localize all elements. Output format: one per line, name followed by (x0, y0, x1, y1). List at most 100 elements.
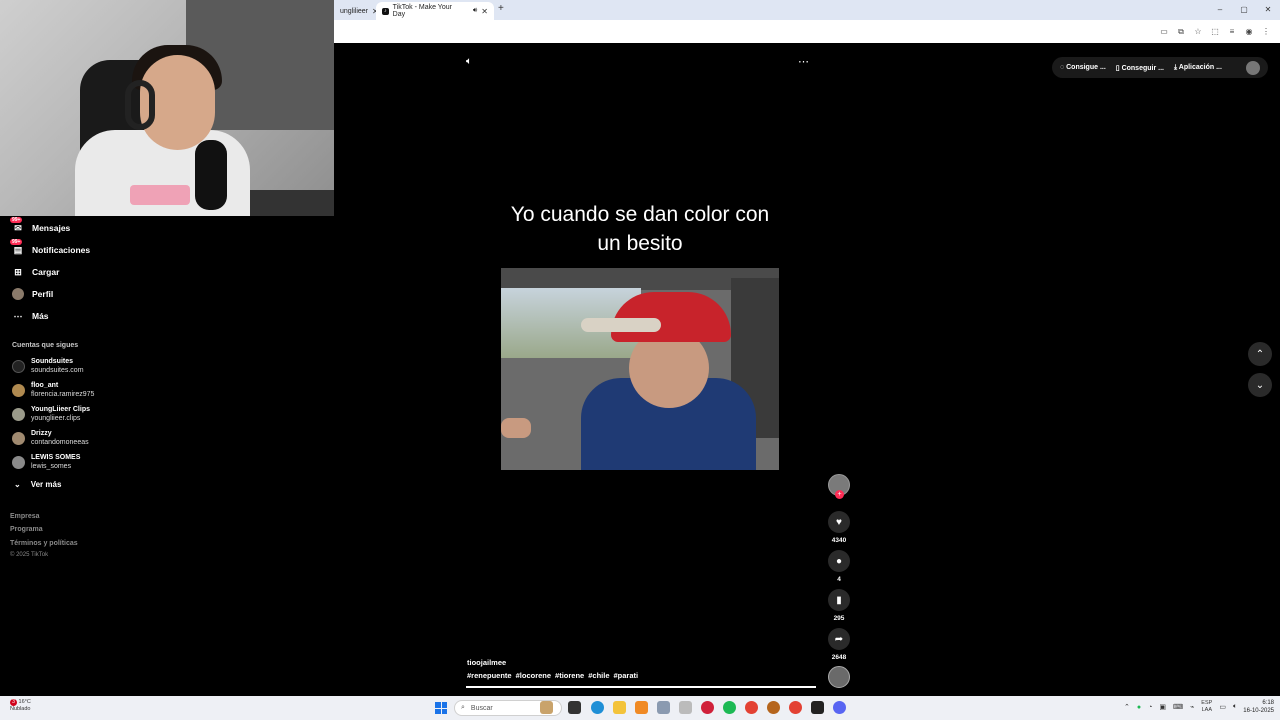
chevron-up-icon[interactable]: ⌃ (1124, 703, 1130, 711)
footer-link-empresa[interactable]: Empresa (10, 513, 40, 520)
see-more-button[interactable]: ⌄ Ver más (14, 480, 61, 489)
system-clock[interactable]: 6:18 16-10-2025 (1238, 699, 1274, 715)
following-item[interactable]: YoungLiieer Clips youngliieer.clips (12, 406, 90, 423)
taskbar-app-icon[interactable] (811, 701, 824, 714)
screen: unglilieer ✕ ♪ TikTok - Make Your Day 🔊︎… (0, 0, 1280, 720)
taskbar-app-icon[interactable] (701, 701, 714, 714)
hashtag-link[interactable]: #tiorene (555, 671, 584, 680)
video-frame[interactable] (501, 268, 779, 470)
avatar (12, 408, 25, 421)
music-disc-icon[interactable] (828, 666, 850, 688)
hashtag-link[interactable]: #chile (588, 671, 609, 680)
chevron-down-icon: ⌄ (14, 480, 21, 489)
tray-app-icon[interactable]: ⌨ (1173, 703, 1183, 711)
comment-icon: ● (835, 555, 843, 567)
taskbar-app-icon[interactable] (568, 701, 581, 714)
following-section-title: Cuentas que sigues (12, 342, 79, 349)
following-item[interactable]: Soundsuites soundsuites.com (12, 358, 84, 375)
following-item[interactable]: floo_ant florencia.ramirez975 (12, 382, 94, 399)
maximize-button[interactable]: ▢ (1232, 0, 1256, 20)
discord-icon[interactable] (833, 701, 846, 714)
avatar[interactable] (1246, 60, 1260, 75)
system-tray: ⌃ ● ◔ ▣ ⌨ ⌁ ESP LAA ▭ 🔈︎ (1124, 700, 1237, 714)
bookmark-star-icon[interactable]: ☆ (1194, 27, 1202, 37)
taskbar-app-icon[interactable] (679, 701, 692, 714)
weather-widget[interactable]: 3 16°C Nublado (10, 699, 31, 713)
hashtag-link[interactable]: #locorene (516, 671, 551, 680)
translate-icon[interactable]: ⧉ (1177, 27, 1185, 37)
sidebar-item-perfil[interactable]: Perfil (12, 286, 53, 302)
windows-start-icon[interactable] (435, 702, 447, 714)
footer-link-programa[interactable]: Programa (10, 526, 43, 533)
following-item[interactable]: LEWIS SOMES lewis_somes (12, 454, 80, 471)
video-author[interactable]: tioojailmee (467, 658, 506, 667)
comment-count: 4 (837, 576, 841, 583)
language-indicator[interactable]: ESP LAA (1201, 700, 1212, 714)
taskbar-app-icon[interactable] (540, 701, 553, 714)
sidebar-item-label: Cargar (32, 267, 60, 277)
footer-link-terminos[interactable]: Términos y políticas (10, 540, 78, 547)
menu-icon[interactable]: ⋮ (1262, 27, 1270, 37)
sidebar-item-cargar[interactable]: ⊞ Cargar (12, 264, 59, 280)
bookmark-icon: ▮ (836, 594, 842, 606)
hashtag-link[interactable]: #parati (614, 671, 639, 680)
tray-app-icon[interactable]: ⌁ (1190, 703, 1194, 711)
tray-app-icon[interactable]: ● (1137, 704, 1141, 711)
save-button[interactable]: ▮ (828, 589, 850, 611)
minimize-button[interactable]: – (1208, 0, 1232, 20)
avatar (12, 288, 24, 300)
video-hashtags: #renepuente #locorene #tiorene #chile #p… (467, 671, 638, 680)
profile-icon[interactable]: ◉ (1245, 27, 1253, 37)
video-caption: Yo cuando se dan color con un besito (510, 203, 770, 255)
following-item[interactable]: Drizzy contandomoneeas (12, 430, 89, 447)
desktop-app-button[interactable]: ⤓ Aplicación ... (1174, 64, 1222, 72)
chrome-icon[interactable] (789, 701, 802, 714)
file-explorer-icon[interactable] (613, 701, 626, 714)
taskbar-app-icon[interactable] (767, 701, 780, 714)
like-count: 4340 (831, 537, 847, 544)
copyright: © 2025 TikTok (10, 552, 49, 558)
display-icon[interactable]: ▭ (1219, 703, 1226, 711)
more-options-icon[interactable]: ⋯ (798, 55, 810, 68)
edge-icon[interactable] (591, 701, 604, 714)
volume-icon[interactable]: 🔈︎ (1233, 703, 1237, 711)
avatar (12, 432, 25, 445)
sidebar-item-mensajes[interactable]: ✉ 99+ Mensajes (10, 217, 70, 236)
sidebar-item-mas[interactable]: ⋯ Más (12, 308, 49, 324)
share-count: 2648 (831, 654, 847, 661)
search-icon: ⌕ (461, 704, 465, 711)
tab-title: TikTok - Make Your Day (392, 4, 452, 18)
new-tab-button[interactable]: + (498, 3, 504, 14)
share-button[interactable]: ➦ (828, 628, 850, 650)
tray-app-icon[interactable]: ◔ (1148, 704, 1152, 711)
video-progress-bar[interactable] (466, 686, 816, 688)
chrome-icon[interactable] (745, 701, 758, 714)
tab-title: unglilieer (340, 7, 369, 15)
browser-tab-active[interactable]: ♪ TikTok - Make Your Day 🔊︎ ✕ (376, 2, 494, 20)
extensions-icon[interactable]: ⬚ (1211, 27, 1219, 37)
previous-video-button[interactable]: ⌃ (1248, 342, 1272, 366)
avatar (12, 456, 25, 469)
settings-icon[interactable] (657, 701, 670, 714)
comment-button[interactable]: ● (828, 550, 850, 572)
hashtag-link[interactable]: #renepuente (467, 671, 512, 680)
taskbar-app-icon[interactable] (635, 701, 648, 714)
close-icon[interactable]: ✕ (481, 7, 488, 16)
get-coins-button[interactable]: ◌ Consigue ... (1060, 64, 1106, 71)
tiktok-icon: ♪ (382, 7, 389, 15)
next-video-button[interactable]: ⌄ (1248, 373, 1272, 397)
browser-tab-inactive[interactable]: unglilieer ✕ (334, 2, 379, 20)
speaker-icon[interactable]: 🔊︎ (473, 7, 477, 15)
cast-icon[interactable]: ▭ (1160, 27, 1168, 37)
volume-icon[interactable]: 🔈︎ (466, 56, 472, 67)
tray-app-icon[interactable]: ▣ (1159, 703, 1166, 711)
get-app-button[interactable]: ▯ Conseguir ... (1116, 64, 1164, 72)
sidebar-item-notificaciones[interactable]: ▤ 99+ Notificaciones (10, 239, 90, 258)
inbox-icon: ✉ 99+ (10, 217, 23, 233)
like-button[interactable]: ♥ (828, 511, 850, 533)
close-window-button[interactable]: ✕ (1256, 0, 1280, 20)
media-icon[interactable]: ≡ (1228, 27, 1236, 37)
follow-plus-icon[interactable]: + (835, 490, 844, 499)
spotify-icon[interactable] (723, 701, 736, 714)
avatar (12, 360, 25, 373)
